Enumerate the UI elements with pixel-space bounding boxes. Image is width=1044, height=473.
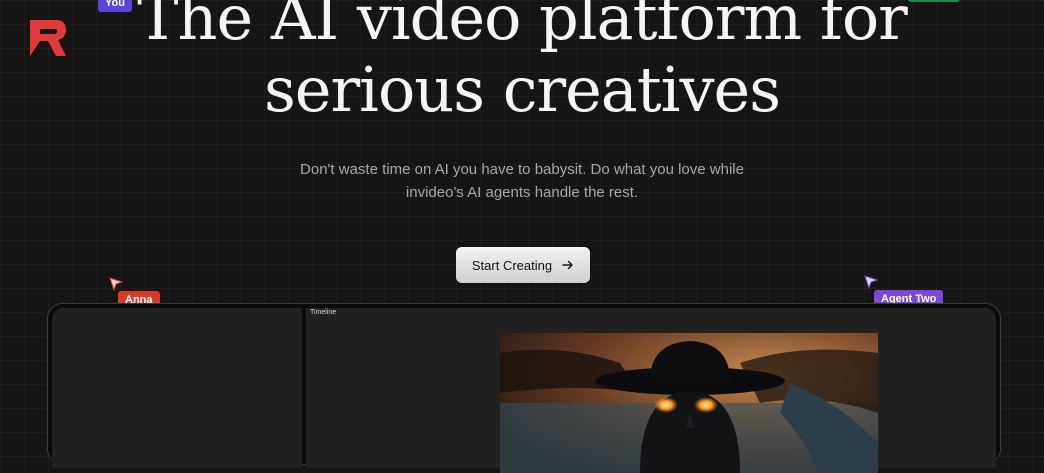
hero-title-line-2: serious creatives	[263, 53, 781, 126]
arrow-right-icon	[562, 260, 573, 270]
start-creating-button[interactable]: Start Creating	[456, 247, 590, 283]
cursor-pointer-icon	[109, 277, 123, 291]
cursor-pointer-icon	[864, 275, 878, 289]
editor-preview-frame: Timeline	[47, 303, 1001, 473]
video-preview-image	[500, 333, 878, 473]
hero-title-line-1: The AI video platform for	[137, 0, 908, 54]
hero-subtitle: Don't waste time on AI you have to babys…	[272, 158, 772, 204]
hero-subtitle-line-2: invideo's AI agents handle the rest.	[405, 184, 639, 201]
hero-subtitle-line-1: Don't waste time on AI you have to babys…	[300, 161, 744, 178]
editor-left-panel	[52, 308, 302, 468]
timeline-label: Timeline	[310, 309, 337, 316]
editor-timeline-panel: Timeline	[306, 308, 996, 473]
video-preview-thumbnail[interactable]	[500, 333, 878, 473]
start-creating-label: Start Creating	[471, 257, 553, 273]
